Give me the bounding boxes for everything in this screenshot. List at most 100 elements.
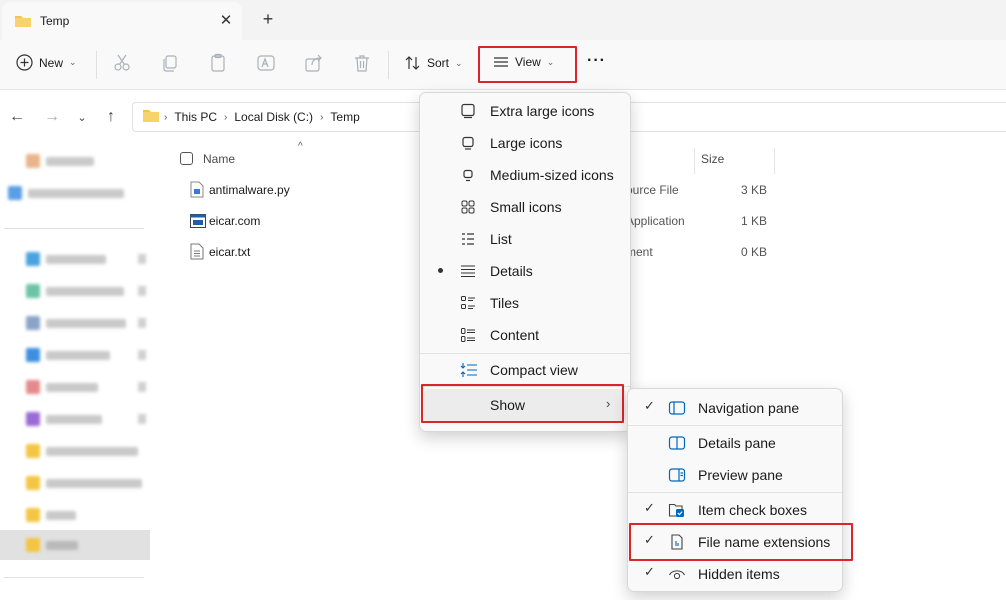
sidebar-item-downloads[interactable]: [26, 282, 146, 300]
details-icon: [460, 263, 478, 279]
menu-item-tiles[interactable]: Tiles: [420, 287, 630, 319]
share-icon[interactable]: [304, 53, 324, 73]
new-button[interactable]: New ⌄: [16, 54, 77, 71]
file-type: ource File: [626, 183, 679, 197]
file-extensions-highlight-box: [629, 523, 853, 561]
navigation-pane-icon: [668, 400, 686, 416]
sort-label: Sort: [427, 56, 450, 70]
breadcrumb-this-pc[interactable]: This PC: [174, 110, 217, 124]
tiles-icon: [460, 295, 478, 311]
breadcrumb-local-disk[interactable]: Local Disk (C:): [234, 110, 313, 124]
new-label: New: [39, 55, 64, 70]
file-name: antimalware.py: [209, 183, 290, 197]
menu-item-content[interactable]: Content: [420, 319, 630, 351]
menu-item-item-check-boxes[interactable]: ✓ Item check boxes: [628, 494, 842, 526]
sidebar-item-home[interactable]: [26, 152, 146, 170]
sidebar-divider: [4, 228, 144, 229]
forward-arrow-icon[interactable]: →: [43, 108, 61, 126]
new-tab-button[interactable]: +: [258, 8, 278, 30]
folder-icon: [142, 108, 160, 126]
menu-item-hidden-items[interactable]: ✓ Hidden items: [628, 558, 842, 590]
menu-item-preview-pane[interactable]: Preview pane: [628, 459, 842, 491]
sidebar-item-folder[interactable]: [26, 442, 146, 460]
copy-icon[interactable]: [160, 53, 180, 73]
pin-icon: [138, 414, 146, 424]
breadcrumb-temp[interactable]: Temp: [330, 110, 359, 124]
menu-item-small-icons[interactable]: Small icons: [420, 191, 630, 223]
sidebar-item-folder[interactable]: [26, 506, 146, 524]
cut-icon[interactable]: [112, 53, 132, 73]
sort-button[interactable]: Sort ⌄: [405, 55, 463, 71]
sidebar-divider: [4, 577, 144, 578]
view-menu: Extra large icons Large icons Medium-siz…: [419, 92, 631, 432]
monitor-icon: [460, 135, 478, 151]
monitor-large-icon: [460, 103, 478, 119]
menu-item-list[interactable]: List: [420, 223, 630, 255]
sidebar-item-onedrive[interactable]: [8, 184, 128, 202]
menu-item-medium-icons[interactable]: Medium-sized icons: [420, 159, 630, 191]
delete-icon[interactable]: [352, 53, 372, 73]
breadcrumb-separator-icon: ›: [224, 111, 228, 123]
sidebar-item-documents[interactable]: [26, 314, 146, 332]
select-all-checkbox[interactable]: [180, 152, 193, 165]
recent-locations-chevron-icon[interactable]: ⌄: [73, 108, 91, 126]
sidebar-item-videos[interactable]: [26, 410, 146, 428]
file-size: 1 KB: [740, 214, 767, 228]
column-header-size[interactable]: Size: [701, 152, 724, 166]
column-header-name[interactable]: Name: [203, 152, 235, 166]
menu-item-extra-large-icons[interactable]: Extra large icons: [420, 95, 630, 127]
rename-icon[interactable]: [256, 53, 276, 73]
divider: [388, 51, 389, 79]
checkmark-icon: ✓: [644, 398, 655, 413]
file-size: 0 KB: [740, 245, 767, 259]
menu-item-large-icons[interactable]: Large icons: [420, 127, 630, 159]
checkmark-icon: ✓: [644, 564, 655, 579]
menu-item-compact-view[interactable]: Compact view: [420, 354, 630, 386]
sidebar-item-pictures[interactable]: [26, 346, 146, 364]
navigation-pane: [0, 144, 156, 600]
checkmark-icon: ✓: [644, 500, 655, 515]
menu-item-label: Compact view: [490, 362, 578, 378]
file-name: eicar.com: [209, 214, 261, 228]
sidebar-item-desktop[interactable]: [26, 250, 146, 268]
chevron-down-icon: ⌄: [69, 57, 77, 67]
close-tab-icon[interactable]: ✕: [216, 10, 236, 30]
file-size: 3 KB: [740, 183, 767, 197]
sort-ascending-icon: ^: [298, 141, 303, 152]
compact-view-icon: [460, 362, 478, 378]
menu-item-label: Tiles: [490, 295, 520, 311]
menu-item-navigation-pane[interactable]: ✓ Navigation pane: [628, 392, 842, 424]
paste-icon[interactable]: [208, 53, 228, 73]
show-highlight-box: [421, 384, 624, 423]
view-highlight-box: [478, 46, 577, 83]
pin-icon: [138, 350, 146, 360]
pin-icon: [138, 382, 146, 392]
selected-bullet-icon: [438, 268, 443, 273]
menu-item-label: Navigation pane: [698, 400, 800, 416]
pin-icon: [138, 318, 146, 328]
details-pane-icon: [668, 435, 686, 451]
up-arrow-icon[interactable]: ↑: [102, 108, 120, 126]
menu-item-label: Hidden items: [698, 566, 780, 582]
sidebar-item-folder[interactable]: [26, 474, 146, 492]
sidebar-item-temp[interactable]: [26, 536, 146, 554]
file-type: Application: [626, 214, 685, 228]
tab-temp[interactable]: Temp ✕: [2, 2, 242, 40]
menu-item-details-pane[interactable]: Details pane: [628, 427, 842, 459]
show-submenu: ✓ Navigation pane Details pane Preview p…: [627, 388, 843, 592]
menu-item-label: Preview pane: [698, 467, 783, 483]
sort-icon: [405, 56, 420, 70]
item-checkbox-icon: [668, 502, 686, 518]
monitor-small-icon: [460, 167, 478, 183]
menu-item-label: List: [490, 231, 512, 247]
application-file-icon: [190, 214, 206, 231]
sidebar-item-music[interactable]: [26, 378, 146, 396]
divider: [96, 51, 97, 79]
pin-icon: [138, 286, 146, 296]
menu-item-details[interactable]: Details: [420, 255, 630, 287]
preview-pane-icon: [668, 467, 686, 483]
menu-item-label: Details: [490, 263, 533, 279]
more-options-button[interactable]: ···: [587, 52, 606, 70]
back-arrow-icon[interactable]: ←: [8, 108, 26, 126]
folder-icon: [14, 13, 32, 32]
